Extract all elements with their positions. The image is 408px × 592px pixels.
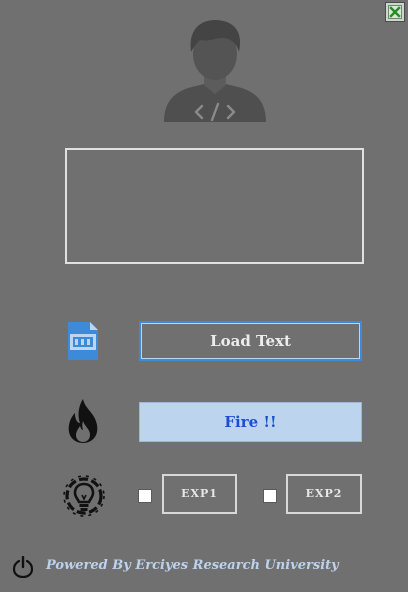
fire-button[interactable]: Fire !! <box>139 402 362 442</box>
exp2-checkbox[interactable] <box>263 489 277 503</box>
exp1-button[interactable]: EXP1 <box>162 474 237 514</box>
close-x-icon <box>388 5 402 19</box>
text-input-area[interactable] <box>65 148 364 264</box>
exp1-checkbox[interactable] <box>138 489 152 503</box>
power-icon <box>12 556 34 578</box>
close-button[interactable] <box>385 2 405 22</box>
fire-icon <box>68 399 98 443</box>
footer-text: Powered By Erciyes Research University <box>46 558 339 573</box>
load-text-button[interactable]: Load Text <box>139 321 362 361</box>
developer-avatar-icon <box>164 20 266 122</box>
exp2-button[interactable]: EXP2 <box>286 474 362 514</box>
lightbulb-gear-icon <box>63 475 105 517</box>
file-icon <box>68 322 98 360</box>
